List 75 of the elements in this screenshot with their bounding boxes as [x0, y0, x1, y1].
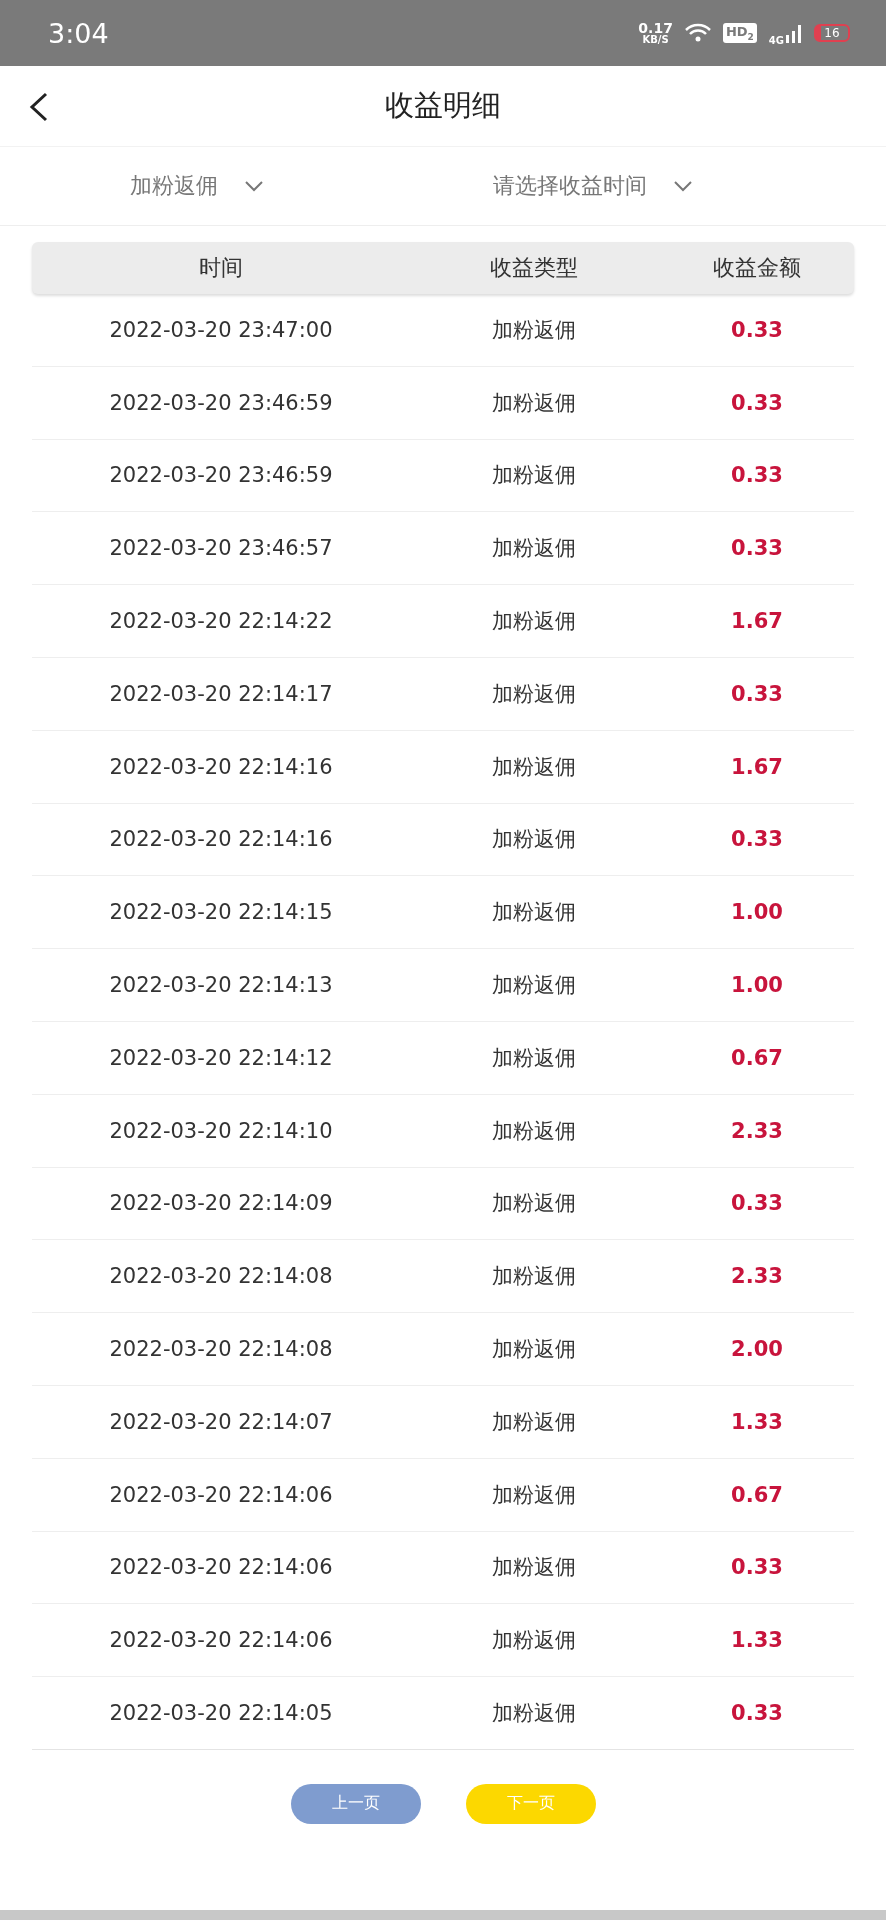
- time-cell-text: 2022-03-20 22:14:10: [108, 1118, 334, 1143]
- type-cell-text: 加粉返佣: [491, 1408, 577, 1436]
- type-cell-text: 加粉返佣: [491, 899, 577, 927]
- wifi-icon: [684, 23, 711, 43]
- amount-cell-text: 1.33: [730, 1409, 784, 1434]
- type-cell-text: 加粉返佣: [491, 680, 577, 708]
- amount-cell-text: 1.67: [730, 754, 784, 779]
- time-cell-text: 2022-03-20 23:46:59: [108, 390, 334, 415]
- time-cell-text: 2022-03-20 22:14:06: [108, 1555, 334, 1580]
- time-cell-text: 2022-03-20 22:14:16: [108, 754, 334, 779]
- battery-indicator: 16: [814, 24, 850, 42]
- type-cell-text: 加粉返佣: [491, 462, 577, 490]
- column-header: 时间: [198, 254, 244, 282]
- amount-cell-text: 2.00: [730, 1337, 784, 1362]
- time-cell-text: 2022-03-20 23:46:59: [108, 463, 334, 488]
- type-cell-text: 加粉返佣: [491, 1190, 577, 1218]
- type-cell-text: 加粉返佣: [491, 972, 577, 1000]
- network-speed: 0.17: [638, 21, 673, 35]
- amount-cell-text: 1.67: [730, 609, 784, 634]
- type-cell-text: 加粉返佣: [491, 1044, 577, 1072]
- amount-cell-text: 0.33: [730, 390, 784, 415]
- amount-cell-text: 0.33: [730, 1191, 784, 1216]
- time-cell-text: 2022-03-20 22:14:08: [108, 1264, 334, 1289]
- amount-cell-text: 0.33: [730, 317, 784, 342]
- column-header: 收益类型: [489, 254, 579, 282]
- amount-cell-text: 1.00: [730, 973, 784, 998]
- amount-cell-text: 0.33: [730, 681, 784, 706]
- column-header: 收益金额: [712, 254, 802, 282]
- time-cell-text: 2022-03-20 22:14:07: [108, 1409, 334, 1434]
- type-cell-text: 加粉返佣: [491, 389, 577, 417]
- time-cell-text: 2022-03-20 22:14:12: [108, 1045, 334, 1070]
- type-cell-text: 加粉返佣: [491, 826, 577, 854]
- hd-voice-badge: HD$_{2}$: [722, 23, 757, 43]
- time-cell-text: 2022-03-20 22:14:22: [108, 609, 334, 634]
- amount-cell-text: 0.33: [730, 536, 784, 561]
- amount-cell-text: 0.33: [730, 1555, 784, 1580]
- signal-icon: [786, 23, 802, 43]
- type-cell-text: 加粉返佣: [491, 535, 577, 563]
- time-cell-text: 2022-03-20 22:14:17: [108, 681, 334, 706]
- amount-cell-text: 2.33: [730, 1264, 784, 1289]
- network-type: 4G: [768, 34, 784, 46]
- time-cell-text: 2022-03-20 22:14:05: [108, 1701, 334, 1726]
- time-cell-text: 2022-03-20 22:14:06: [108, 1482, 334, 1507]
- type-cell-text: 加粉返佣: [491, 1554, 577, 1582]
- type-cell-text: 加粉返佣: [491, 1117, 577, 1145]
- filter-dropdown[interactable]: 请选择收益时间: [393, 147, 886, 225]
- filter-dropdown[interactable]: 加粉返佣: [0, 147, 393, 225]
- type-cell-text: 加粉返佣: [491, 316, 577, 344]
- amount-cell-text: 0.33: [730, 463, 784, 488]
- type-cell-text: 加粉返佣: [491, 753, 577, 781]
- type-cell-text: 加粉返佣: [491, 608, 577, 636]
- back-icon[interactable]: [28, 92, 50, 122]
- speed-unit: KB/S: [642, 35, 669, 45]
- time-cell-text: 2022-03-20 22:14:06: [108, 1628, 334, 1653]
- clock: 3:04: [48, 17, 110, 49]
- type-cell-text: 加粉返佣: [491, 1336, 577, 1364]
- time-cell-text: 2022-03-20 22:14:08: [108, 1337, 334, 1362]
- type-cell-text: 加粉返佣: [491, 1627, 577, 1655]
- amount-cell-text: 1.00: [730, 900, 784, 925]
- time-cell-text: 2022-03-20 22:14:15: [108, 900, 334, 925]
- type-cell-text: 加粉返佣: [491, 1700, 577, 1728]
- time-cell-text: 2022-03-20 22:14:13: [108, 973, 334, 998]
- amount-cell-text: 0.33: [730, 827, 784, 852]
- page-title: 收益明细: [385, 87, 501, 124]
- amount-cell-text: 2.33: [730, 1118, 784, 1143]
- amount-cell-text: 0.67: [730, 1045, 784, 1070]
- time-cell-text: 2022-03-20 22:14:16: [108, 827, 334, 852]
- type-cell-text: 加粉返佣: [491, 1481, 577, 1509]
- time-cell-text: 2022-03-20 23:46:57: [108, 536, 334, 561]
- time-cell-text: 2022-03-20 23:47:00: [108, 317, 334, 342]
- type-cell-text: 加粉返佣: [491, 1263, 577, 1291]
- time-cell-text: 2022-03-20 22:14:09: [108, 1191, 334, 1216]
- amount-cell-text: 1.33: [730, 1628, 784, 1653]
- amount-cell-text: 0.33: [730, 1701, 784, 1726]
- amount-cell-text: 0.67: [730, 1482, 784, 1507]
